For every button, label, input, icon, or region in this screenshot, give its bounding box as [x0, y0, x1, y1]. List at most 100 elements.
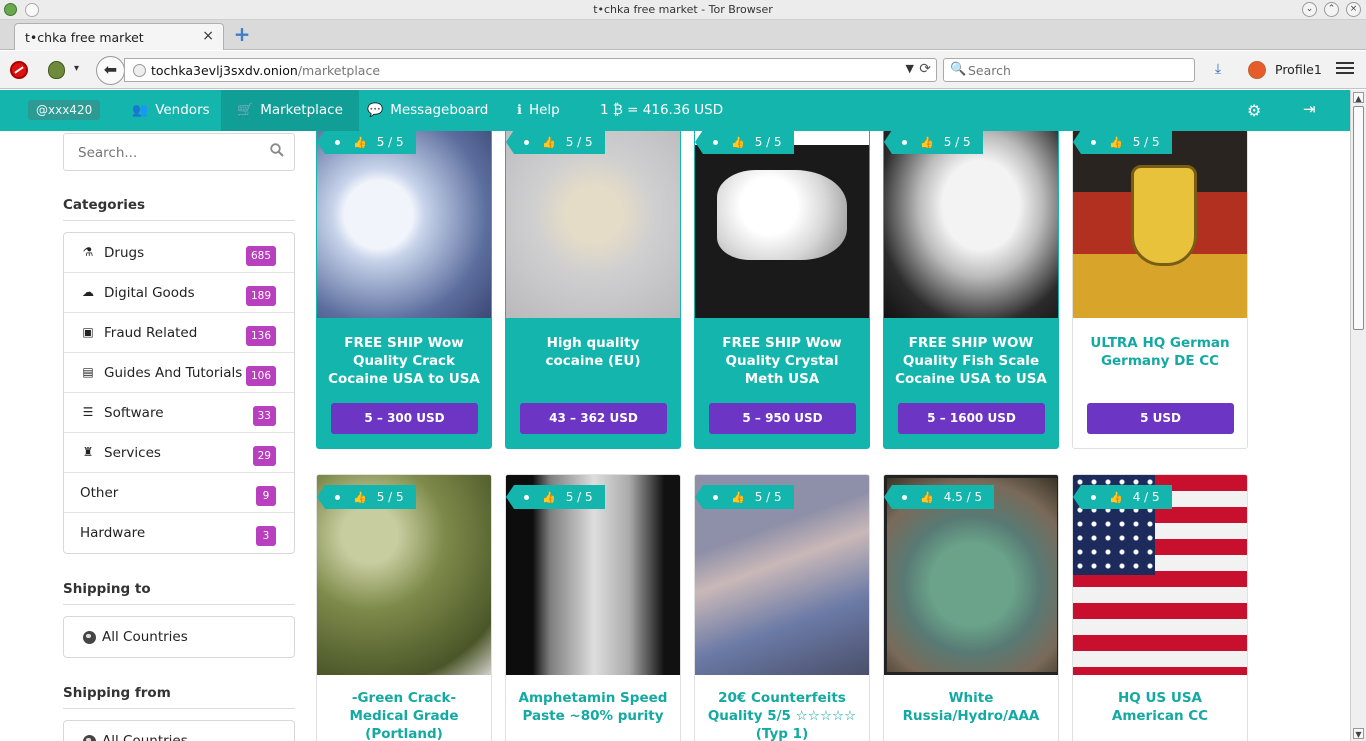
- category-guides-and-tutorials[interactable]: ▤ Guides And Tutorials 106: [64, 353, 294, 393]
- rating-value: 4.5 / 5: [943, 490, 983, 504]
- minimize-window-button[interactable]: ⌄: [1302, 2, 1317, 17]
- price-button[interactable]: 5 – 950 USD: [709, 403, 856, 434]
- listing-card[interactable]: 👍 5 / 5 FREE SHIP WOW Quality Fish Scale …: [883, 131, 1059, 449]
- window-title: t•chka free market - Tor Browser: [593, 3, 773, 16]
- new-tab-button[interactable]: +: [232, 24, 252, 45]
- category-software[interactable]: ☰ Software 33: [64, 393, 294, 433]
- listing-image[interactable]: [1073, 131, 1247, 318]
- listing-title[interactable]: -Green Crack- Medical Grade (Portland): [327, 689, 481, 741]
- scroll-up-arrow[interactable]: ▲: [1353, 92, 1364, 103]
- shipping-to-select[interactable]: All Countries: [63, 616, 295, 658]
- category-services[interactable]: ♜ Services 29: [64, 433, 294, 473]
- thumbs-up-icon: 👍: [353, 491, 367, 504]
- listing-card[interactable]: 👍 4.5 / 5 White Russia/Hydro/AAA: [883, 474, 1059, 741]
- tab-title: t•chka free market: [25, 30, 144, 45]
- listing-title[interactable]: HQ US USA American CC: [1083, 689, 1237, 725]
- listing-image[interactable]: [506, 131, 680, 318]
- browser-toolbar: ▾ ⬅ tochka3evlj3sxdv.onion/marketplace ▼…: [0, 51, 1366, 89]
- category-hardware[interactable]: Hardware 3: [64, 513, 294, 553]
- scrollbar-thumb[interactable]: [1353, 106, 1364, 330]
- sidebar-search[interactable]: [63, 133, 295, 171]
- listing-card[interactable]: 👍 5 / 5 -Green Crack- Medical Grade (Port…: [316, 474, 492, 741]
- rating-value: 5 / 5: [376, 490, 404, 504]
- search-icon: 🔍: [950, 62, 967, 77]
- nav-vendors[interactable]: 👥 Vendors: [116, 90, 226, 131]
- nav-messageboard[interactable]: 💬 Messageboard: [351, 90, 504, 131]
- thumbs-up-icon: 👍: [542, 136, 556, 149]
- listing-title[interactable]: FREE SHIP Wow Quality Crack Cocaine USA …: [327, 334, 481, 388]
- hamburger-menu-icon[interactable]: [1336, 59, 1354, 77]
- site-info-icon[interactable]: [133, 64, 146, 77]
- tor-onion-icon[interactable]: [48, 61, 65, 79]
- listing-title[interactable]: FREE SHIP WOW Quality Fish Scale Cocaine…: [894, 334, 1048, 388]
- listing-card[interactable]: 👍 5 / 5 20€ Counterfeits Quality 5/5 ☆☆☆☆…: [694, 474, 870, 741]
- page-scrollbar[interactable]: ▲ ▼: [1350, 90, 1366, 741]
- close-window-button[interactable]: ×: [1346, 2, 1361, 17]
- price-button[interactable]: 43 – 362 USD: [520, 403, 667, 434]
- rating-value: 5 / 5: [943, 135, 971, 149]
- thumbs-up-icon: 👍: [1109, 136, 1123, 149]
- download-icon[interactable]: ⤓: [1209, 61, 1227, 79]
- maximize-window-button[interactable]: ⌃: [1324, 2, 1339, 17]
- thumbs-up-icon: 👍: [920, 491, 934, 504]
- window-titlebar: t•chka free market - Tor Browser ⌄ ⌃ ×: [0, 0, 1366, 20]
- browser-search-box[interactable]: 🔍: [943, 58, 1195, 82]
- tab-close-icon[interactable]: ×: [202, 28, 214, 44]
- search-icon[interactable]: [270, 143, 284, 157]
- listing-title[interactable]: Amphetamin Speed Paste ~80% purity: [516, 689, 670, 725]
- listing-image[interactable]: [884, 131, 1058, 318]
- thumbs-up-icon: 👍: [920, 136, 934, 149]
- tab-tochka-market[interactable]: t•chka free market ×: [14, 23, 224, 50]
- listing-title[interactable]: High quality cocaine (EU): [516, 334, 670, 370]
- dot-icon: [902, 495, 907, 500]
- listing-image[interactable]: [695, 131, 869, 318]
- logout-icon[interactable]: ⇥: [1303, 100, 1316, 118]
- listing-title[interactable]: White Russia/Hydro/AAA: [894, 689, 1048, 725]
- listing-card[interactable]: 👍 5 / 5 FREE SHIP Wow Quality Crack Cocai…: [316, 131, 492, 449]
- listing-card[interactable]: 👍 5 / 5 ULTRA HQ German Germany DE CC 5 U…: [1072, 131, 1248, 449]
- listing-title[interactable]: ULTRA HQ German Germany DE CC: [1083, 334, 1237, 370]
- category-count-badge: 33: [252, 406, 276, 426]
- listing-card[interactable]: 👍 4 / 5 HQ US USA American CC: [1072, 474, 1248, 741]
- category-fraud-related[interactable]: ▣ Fraud Related 136: [64, 313, 294, 353]
- profile-icon[interactable]: [1248, 61, 1266, 79]
- listing-title[interactable]: 20€ Counterfeits Quality 5/5 ☆☆☆☆☆ (Typ …: [705, 689, 859, 741]
- back-button[interactable]: ⬅: [96, 56, 125, 85]
- sidebar-search-input[interactable]: [78, 144, 258, 162]
- category-label: Guides And Tutorials: [104, 365, 243, 381]
- url-history-dropdown-icon[interactable]: ▼: [906, 62, 914, 75]
- nav-help[interactable]: ℹ Help: [501, 90, 576, 131]
- username-badge[interactable]: @xxx420: [28, 100, 101, 120]
- noscript-icon[interactable]: [10, 61, 28, 79]
- dot-icon: [1091, 495, 1096, 500]
- rating-value: 5 / 5: [565, 490, 593, 504]
- listing-card[interactable]: 👍 5 / 5 High quality cocaine (EU) 43 – 36…: [505, 131, 681, 449]
- gear-icon[interactable]: ⚙: [1247, 101, 1261, 120]
- price-button[interactable]: 5 USD: [1087, 403, 1234, 434]
- category-count-badge: 106: [245, 366, 276, 386]
- rating-badge: 👍 5 / 5: [884, 131, 983, 154]
- categories-heading: Categories: [63, 197, 295, 221]
- nav-marketplace[interactable]: 🛒 Marketplace: [221, 90, 359, 131]
- tab-strip: t•chka free market × +: [0, 20, 1366, 50]
- url-host: tochka3evlj3sxdv.onion: [151, 63, 298, 78]
- shipping-from-select[interactable]: All Countries: [63, 720, 295, 741]
- scroll-down-arrow[interactable]: ▼: [1353, 728, 1364, 739]
- category-other[interactable]: Other 9: [64, 473, 294, 513]
- listing-card[interactable]: 👍 5 / 5 FREE SHIP Wow Quality Crystal Met…: [694, 131, 870, 449]
- category-drugs[interactable]: ⚗ Drugs 685: [64, 233, 294, 273]
- browser-search-input[interactable]: [968, 62, 1188, 79]
- listing-title[interactable]: FREE SHIP Wow Quality Crystal Meth USA: [705, 334, 859, 388]
- listing-image[interactable]: [317, 131, 491, 318]
- price-button[interactable]: 5 – 1600 USD: [898, 403, 1045, 434]
- listing-card[interactable]: 👍 5 / 5 Amphetamin Speed Paste ~80% purit…: [505, 474, 681, 741]
- url-bar[interactable]: tochka3evlj3sxdv.onion/marketplace ▼ ⟳: [124, 58, 937, 82]
- category-digital-goods[interactable]: ☁ Digital Goods 189: [64, 273, 294, 313]
- url-text[interactable]: tochka3evlj3sxdv.onion/marketplace: [151, 63, 380, 78]
- flask-icon: ⚗: [82, 245, 94, 259]
- reload-icon[interactable]: ⟳: [919, 61, 931, 77]
- dot-icon: [335, 140, 340, 145]
- profile-label[interactable]: Profile1: [1275, 62, 1322, 77]
- tor-menu-chevron-down-icon[interactable]: ▾: [74, 63, 79, 74]
- price-button[interactable]: 5 – 300 USD: [331, 403, 478, 434]
